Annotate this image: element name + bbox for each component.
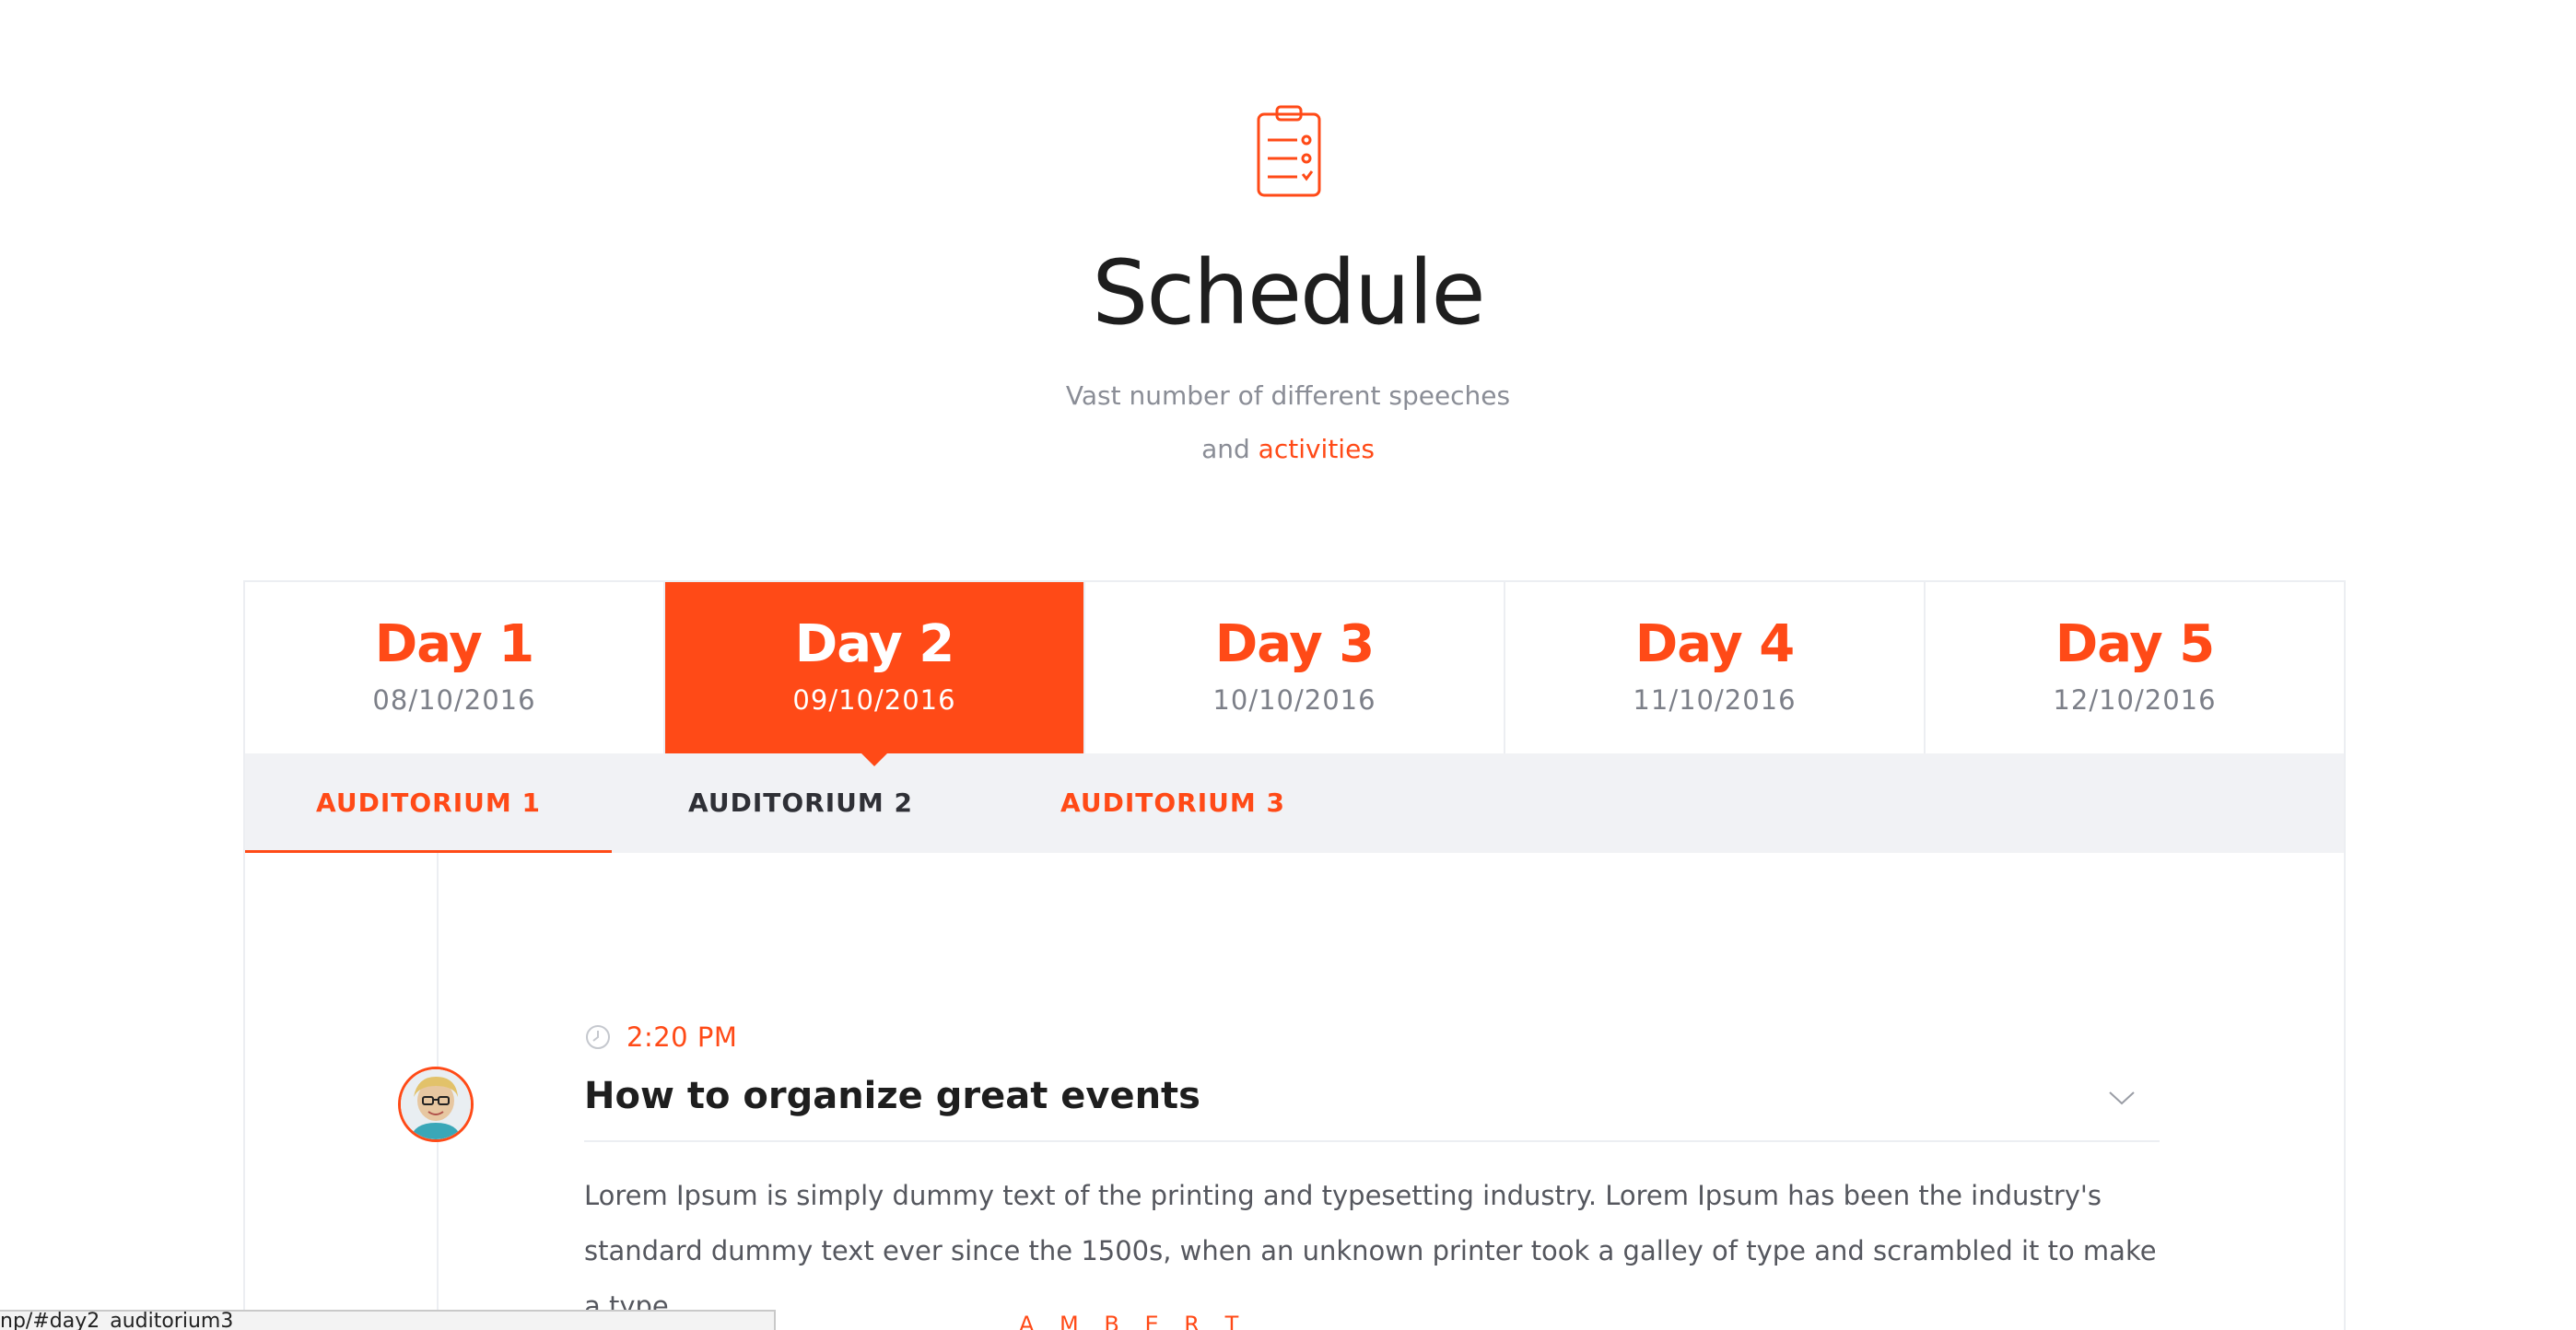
event-time: 2:20 PM <box>626 1021 738 1053</box>
subtitle-line-1: Vast number of different speeches <box>1065 380 1511 411</box>
clock-icon <box>586 1025 610 1049</box>
tab-day-4[interactable]: Day 4 11/10/2016 <box>1505 582 1926 753</box>
tab-auditorium-2[interactable]: AUDITORIUM 2 <box>617 753 984 853</box>
day-date: 11/10/2016 <box>1633 684 1797 716</box>
tab-day-5[interactable]: Day 5 12/10/2016 <box>1926 582 2344 753</box>
tab-auditorium-3[interactable]: AUDITORIUM 3 <box>989 753 1356 853</box>
subtitle-line-2: and activities <box>0 431 2576 468</box>
schedule-page: Schedule Vast number of different speech… <box>0 0 2576 1330</box>
speaker-avatar <box>398 1067 474 1142</box>
day-label: Day 1 <box>374 614 535 674</box>
tab-day-1[interactable]: Day 1 08/10/2016 <box>245 582 665 753</box>
event-divider <box>584 1140 2160 1142</box>
event-time-row: 2:20 PM <box>584 1019 737 1056</box>
day-label: Day 3 <box>1214 614 1376 674</box>
event-title[interactable]: How to organize great events <box>584 1070 1200 1122</box>
tab-day-3[interactable]: Day 3 10/10/2016 <box>1085 582 1505 753</box>
day-date: 12/10/2016 <box>2053 684 2217 716</box>
tab-day-2[interactable]: Day 2 09/10/2016 <box>665 582 1085 766</box>
clipboard-checklist-icon <box>1257 105 1321 197</box>
auditorium-tabs: AUDITORIUM 1 AUDITORIUM 2 AUDITORIUM 3 <box>243 753 2346 853</box>
day-date: 08/10/2016 <box>372 684 536 716</box>
schedule-panel: 2:20 PM How to organize great events Lor… <box>243 853 2346 1330</box>
day-tabs: Day 1 08/10/2016 Day 2 09/10/2016 Day 3 … <box>243 580 2346 766</box>
day-label: Day 4 <box>1634 614 1796 674</box>
tab-auditorium-1[interactable]: AUDITORIUM 1 <box>245 753 612 853</box>
speaker-name[interactable]: A M B E R T <box>1019 1312 1247 1330</box>
chevron-down-icon[interactable] <box>2108 1089 2136 1107</box>
page-title: Schedule <box>1092 241 1485 344</box>
day-label: Day 5 <box>2055 614 2216 674</box>
speaker-portrait-icon <box>401 1069 471 1139</box>
event-description: Lorem Ipsum is simply dummy text of the … <box>584 1180 2157 1322</box>
day-date: 09/10/2016 <box>792 684 956 716</box>
day-date: 10/10/2016 <box>1212 684 1376 716</box>
subtitle-accent-word: activities <box>1258 434 1375 464</box>
day-label: Day 2 <box>794 614 955 674</box>
browser-status-bar: np/#day2_auditorium3 <box>0 1310 776 1330</box>
subtitle-prefix: and <box>1201 434 1250 464</box>
